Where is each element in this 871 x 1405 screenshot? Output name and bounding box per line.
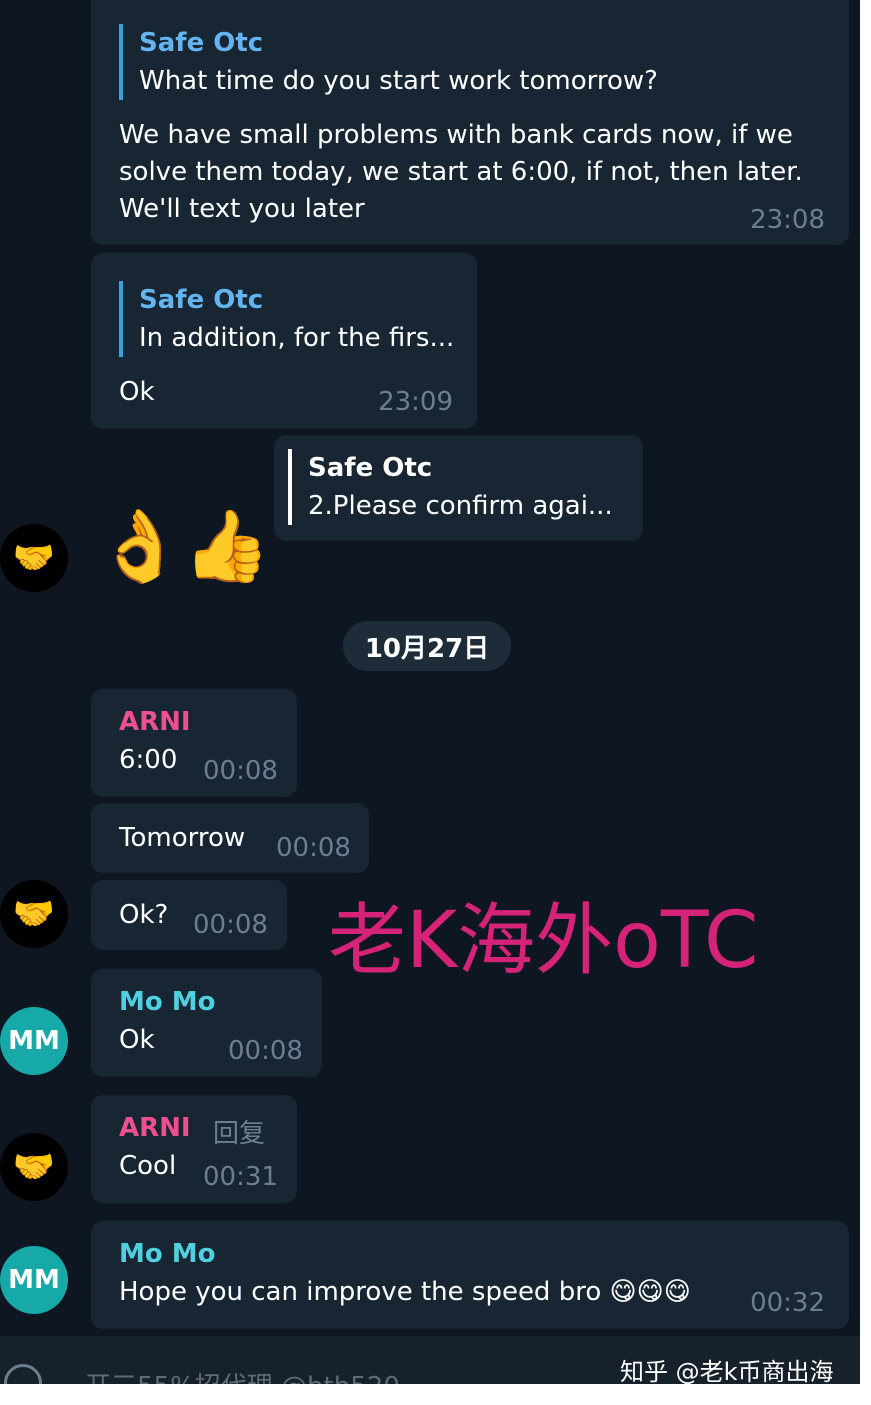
reply-text: What time do you start work tomorrow? (139, 66, 658, 96)
message-bubble[interactable]: Ok? 00:08 (91, 880, 287, 950)
message-bubble[interactable]: Mo Mo Hope you can improve the speed bro… (91, 1221, 849, 1329)
message-time: 00:31 (203, 1162, 278, 1192)
message-time: 23:09 (378, 387, 453, 417)
sender-name[interactable]: ARNI (119, 707, 191, 737)
message-time: 00:32 (750, 1288, 825, 1318)
avatar-momo[interactable]: MM (0, 1246, 68, 1314)
message-bubble[interactable]: Safe Otc What time do you start work tom… (91, 0, 849, 245)
reply-quote[interactable]: Safe Otc What time do you start work tom… (119, 24, 658, 100)
avatar-momo[interactable]: MM (0, 1007, 68, 1075)
message-bubble[interactable]: Tomorrow 00:08 (91, 803, 369, 873)
sender-name[interactable]: Mo Mo (119, 987, 216, 1017)
message-bubble[interactable]: ARNI 6:00 00:08 (91, 689, 297, 797)
reply-quote[interactable]: Safe Otc 2.Please confirm agai... (288, 449, 613, 525)
reply-text: 2.Please confirm agai... (308, 491, 613, 521)
message-time: 00:08 (276, 833, 351, 863)
message-text: Ok? (119, 900, 169, 930)
message-bubble[interactable]: ARNI 回复 Cool 00:31 (91, 1095, 297, 1203)
zhihu-watermark: 知乎 @老k币商出海 (620, 1358, 834, 1386)
message-text: Cool (119, 1151, 177, 1181)
attach-icon[interactable] (4, 1364, 42, 1384)
message-text: Ok (119, 377, 155, 407)
message-text: 6:00 (119, 745, 178, 775)
avatar-arni[interactable]: 🤝 (0, 524, 68, 592)
avatar-arni[interactable]: 🤝 (0, 880, 68, 948)
reply-bubble[interactable]: Safe Otc 2.Please confirm agai... (274, 435, 643, 541)
message-bubble[interactable]: Mo Mo Ok 00:08 (91, 969, 322, 1077)
date-divider: 10月27日 (343, 621, 511, 671)
watermark: 老K海外oTC (328, 896, 759, 986)
message-text: Ok (119, 1025, 155, 1055)
reply-sender: Safe Otc (308, 453, 433, 483)
message-time: 23:08 (750, 205, 825, 235)
reply-sender: Safe Otc (139, 28, 264, 58)
reply-tag[interactable]: 回复 (213, 1113, 265, 1150)
message-text: Tomorrow (119, 823, 246, 853)
reply-quote[interactable]: Safe Otc In addition, for the firs... (119, 281, 454, 357)
chat-area: Safe Otc What time do you start work tom… (0, 0, 860, 1336)
message-text: Hope you can improve the speed bro 😋😋😋 (119, 1277, 691, 1307)
sender-name[interactable]: Mo Mo (119, 1239, 216, 1269)
sender-name[interactable]: ARNI (119, 1113, 191, 1143)
avatar-arni[interactable]: 🤝 (0, 1133, 68, 1201)
message-input[interactable]: 开三55%招代理 @btb520 (85, 1366, 400, 1384)
message-text: We have small problems with bank cards n… (119, 120, 803, 224)
message-time: 00:08 (193, 910, 268, 940)
reply-text: In addition, for the firs... (139, 323, 455, 353)
reply-sender: Safe Otc (139, 285, 264, 315)
sticker-ok-thumbs: 👌👍 (96, 505, 271, 587)
message-bubble[interactable]: Safe Otc In addition, for the firs... Ok… (91, 253, 477, 429)
message-time: 00:08 (203, 756, 278, 786)
message-time: 00:08 (228, 1036, 303, 1066)
